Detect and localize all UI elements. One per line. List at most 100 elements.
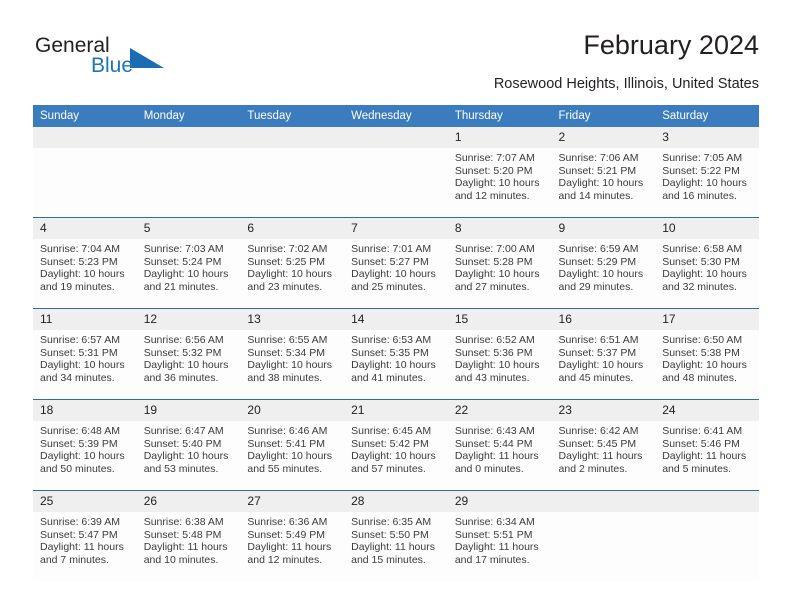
calendar-day-cell[interactable]: 25 Sunrise: 6:39 AM Sunset: 5:47 PM Dayligh…: [33, 490, 137, 581]
sunrise-time: Sunrise: 6:34 AM: [454, 516, 535, 528]
day-number: 14: [344, 309, 448, 330]
calendar-day-cell[interactable]: 2 Sunrise: 7:06 AM Sunset: 5:21 PM Daylight…: [551, 127, 656, 218]
calendar-day-cell[interactable]: 7 Sunrise: 7:01 AM Sunset: 5:27 PM Daylight…: [344, 217, 448, 309]
day-sun-info: Sunrise: 6:46 AM Sunset: 5:41 PM Daylight:…: [240, 421, 344, 475]
calendar-day-cell[interactable]: 26 Sunrise: 6:38 AM Sunset: 5:48 PM Dayligh…: [136, 490, 241, 581]
day-sun-info: Sunrise: 6:45 AM Sunset: 5:42 PM Daylight:…: [344, 421, 448, 475]
calendar-day-cell[interactable]: 13 Sunrise: 6:55 AM Sunset: 5:34 PM Dayligh…: [240, 308, 345, 400]
day-number: 8: [447, 218, 552, 239]
day-cell-content: 25 Sunrise: 6:39 AM Sunset: 5:47 PM Dayligh…: [33, 491, 137, 581]
page-title: February 2024: [583, 30, 759, 60]
day-number: 16: [551, 309, 656, 330]
sunrise-time: Sunrise: 7:01 AM: [351, 243, 432, 255]
sunrise-time: Sunrise: 7:00 AM: [454, 243, 535, 255]
day-cell-content: [655, 491, 759, 581]
daylight-duration-line2: and 27 minutes.: [454, 280, 530, 293]
day-cell-content: 16 Sunrise: 6:51 AM Sunset: 5:37 PM Dayligh…: [551, 309, 656, 399]
brand-logo[interactable]: General Blue: [33, 34, 213, 90]
daylight-duration-line1: Daylight: 10 hours: [143, 450, 229, 463]
day-cell-content: 7 Sunrise: 7:01 AM Sunset: 5:27 PM Daylight…: [344, 218, 448, 308]
day-cell-content: 29 Sunrise: 6:34 AM Sunset: 5:51 PM Dayligh…: [447, 491, 552, 581]
day-number: 13: [240, 309, 345, 330]
sunrise-time: Sunrise: 6:43 AM: [454, 425, 535, 437]
day-cell-content: 26 Sunrise: 6:38 AM Sunset: 5:48 PM Dayligh…: [136, 491, 241, 581]
sunrise-time: Sunrise: 6:53 AM: [351, 334, 432, 346]
day-cell-content: 19 Sunrise: 6:47 AM Sunset: 5:40 PM Dayligh…: [136, 400, 241, 490]
sunset-time: Sunset: 5:38 PM: [662, 346, 740, 359]
day-cell-content: 6 Sunrise: 7:02 AM Sunset: 5:25 PM Daylight…: [240, 218, 345, 308]
calendar-cell-empty: [344, 127, 448, 218]
daylight-duration-line2: and 48 minutes.: [662, 371, 737, 384]
calendar-day-cell[interactable]: 22 Sunrise: 6:43 AM Sunset: 5:44 PM Dayligh…: [447, 399, 552, 491]
weekday-header-thursday: Thursday: [447, 105, 552, 127]
day-number: 12: [136, 309, 241, 330]
day-number: 25: [33, 491, 137, 512]
sunset-time: Sunset: 5:28 PM: [454, 255, 533, 268]
calendar-day-cell[interactable]: 1 Sunrise: 7:07 AM Sunset: 5:20 PM Daylight…: [447, 127, 552, 218]
day-number: 19: [136, 400, 241, 421]
page-header: General Blue February 2024 Rosewood Heig…: [33, 28, 759, 100]
calendar-day-cell[interactable]: 19 Sunrise: 6:47 AM Sunset: 5:40 PM Dayligh…: [136, 399, 241, 491]
daylight-duration-line1: Daylight: 10 hours: [558, 359, 644, 372]
calendar-day-cell[interactable]: 12 Sunrise: 6:56 AM Sunset: 5:32 PM Dayligh…: [136, 308, 241, 400]
day-sun-info: Sunrise: 6:43 AM Sunset: 5:44 PM Daylight:…: [448, 421, 552, 475]
calendar-day-cell[interactable]: 11 Sunrise: 6:57 AM Sunset: 5:31 PM Dayligh…: [33, 308, 137, 400]
sunset-time: Sunset: 5:36 PM: [454, 346, 533, 359]
calendar-week-row: 18 Sunrise: 6:48 AM Sunset: 5:39 PM Dayligh…: [33, 399, 759, 491]
sunrise-time: Sunrise: 7:06 AM: [558, 152, 639, 164]
daylight-duration-line1: Daylight: 10 hours: [247, 359, 333, 372]
calendar-body: 1 Sunrise: 7:07 AM Sunset: 5:20 PM Daylight…: [33, 127, 759, 581]
day-cell-content: 5 Sunrise: 7:03 AM Sunset: 5:24 PM Daylight…: [136, 218, 241, 308]
calendar-day-cell[interactable]: 24 Sunrise: 6:41 AM Sunset: 5:46 PM Dayligh…: [655, 399, 759, 491]
calendar-day-cell[interactable]: 17 Sunrise: 6:50 AM Sunset: 5:38 PM Dayligh…: [655, 308, 759, 400]
daylight-duration-line1: Daylight: 10 hours: [143, 268, 229, 281]
day-cell-content: 28 Sunrise: 6:35 AM Sunset: 5:50 PM Dayligh…: [344, 491, 448, 581]
calendar-day-cell[interactable]: 4 Sunrise: 7:04 AM Sunset: 5:23 PM Daylight…: [33, 217, 137, 309]
day-number: [551, 491, 656, 512]
calendar-day-cell[interactable]: 8 Sunrise: 7:00 AM Sunset: 5:28 PM Daylight…: [447, 217, 552, 309]
day-sun-info: Sunrise: 6:55 AM Sunset: 5:34 PM Daylight:…: [240, 330, 344, 384]
day-cell-content: 22 Sunrise: 6:43 AM Sunset: 5:44 PM Dayligh…: [447, 400, 552, 490]
calendar-day-cell[interactable]: 18 Sunrise: 6:48 AM Sunset: 5:39 PM Dayligh…: [33, 399, 137, 491]
daylight-duration-line2: and 41 minutes.: [351, 371, 426, 384]
calendar-day-cell[interactable]: 6 Sunrise: 7:02 AM Sunset: 5:25 PM Daylight…: [240, 217, 345, 309]
daylight-duration-line1: Daylight: 10 hours: [351, 359, 436, 372]
sunset-time: Sunset: 5:47 PM: [40, 528, 118, 541]
calendar-day-cell[interactable]: 29 Sunrise: 6:34 AM Sunset: 5:51 PM Dayligh…: [447, 490, 552, 581]
sunset-time: Sunset: 5:48 PM: [143, 528, 222, 541]
daylight-duration-line1: Daylight: 11 hours: [351, 541, 435, 554]
day-cell-content: 4 Sunrise: 7:04 AM Sunset: 5:23 PM Daylight…: [33, 218, 137, 308]
day-sun-info: Sunrise: 6:42 AM Sunset: 5:45 PM Daylight:…: [552, 421, 656, 475]
calendar-day-cell[interactable]: 16 Sunrise: 6:51 AM Sunset: 5:37 PM Dayligh…: [551, 308, 656, 400]
sunset-time: Sunset: 5:41 PM: [247, 437, 326, 450]
calendar-day-cell[interactable]: 27 Sunrise: 6:36 AM Sunset: 5:49 PM Dayligh…: [240, 490, 345, 581]
calendar-day-cell[interactable]: 28 Sunrise: 6:35 AM Sunset: 5:50 PM Dayligh…: [344, 490, 448, 581]
day-sun-info: Sunrise: 6:56 AM Sunset: 5:32 PM Daylight:…: [137, 330, 241, 384]
sunrise-time: Sunrise: 6:51 AM: [558, 334, 639, 346]
sunrise-time: Sunrise: 6:39 AM: [40, 516, 120, 528]
calendar-day-cell[interactable]: 14 Sunrise: 6:53 AM Sunset: 5:35 PM Dayligh…: [344, 308, 448, 400]
calendar-day-cell[interactable]: 21 Sunrise: 6:45 AM Sunset: 5:42 PM Dayligh…: [344, 399, 448, 491]
day-cell-content: 3 Sunrise: 7:05 AM Sunset: 5:22 PM Daylight…: [655, 127, 759, 217]
day-sun-info: Sunrise: 7:06 AM Sunset: 5:21 PM Daylight:…: [552, 148, 656, 202]
calendar-day-cell[interactable]: 9 Sunrise: 6:59 AM Sunset: 5:29 PM Daylight…: [551, 217, 656, 309]
sunrise-time: Sunrise: 7:04 AM: [40, 243, 120, 255]
sunset-time: Sunset: 5:24 PM: [143, 255, 222, 268]
daylight-duration-line2: and 25 minutes.: [351, 280, 426, 293]
calendar-week-row: 1 Sunrise: 7:07 AM Sunset: 5:20 PM Daylight…: [33, 127, 759, 218]
calendar-day-cell[interactable]: 10 Sunrise: 6:58 AM Sunset: 5:30 PM Dayligh…: [655, 217, 759, 309]
calendar-day-cell[interactable]: 5 Sunrise: 7:03 AM Sunset: 5:24 PM Daylight…: [136, 217, 241, 309]
day-sun-info: Sunrise: 7:05 AM Sunset: 5:22 PM Daylight:…: [655, 148, 759, 202]
sunset-time: Sunset: 5:25 PM: [247, 255, 326, 268]
day-sun-info: Sunrise: 6:53 AM Sunset: 5:35 PM Daylight:…: [344, 330, 448, 384]
day-sun-info: Sunrise: 6:59 AM Sunset: 5:29 PM Daylight:…: [552, 239, 656, 293]
sunset-time: Sunset: 5:35 PM: [351, 346, 429, 359]
calendar-day-cell[interactable]: 20 Sunrise: 6:46 AM Sunset: 5:41 PM Dayligh…: [240, 399, 345, 491]
sunset-time: Sunset: 5:44 PM: [454, 437, 533, 450]
sunrise-time: Sunrise: 6:57 AM: [40, 334, 120, 346]
day-cell-content: 24 Sunrise: 6:41 AM Sunset: 5:46 PM Dayligh…: [655, 400, 759, 490]
calendar-day-cell[interactable]: 15 Sunrise: 6:52 AM Sunset: 5:36 PM Dayligh…: [447, 308, 552, 400]
day-cell-content: 20 Sunrise: 6:46 AM Sunset: 5:41 PM Dayligh…: [240, 400, 345, 490]
calendar-day-cell[interactable]: 3 Sunrise: 7:05 AM Sunset: 5:22 PM Daylight…: [655, 127, 759, 218]
calendar-day-cell[interactable]: 23 Sunrise: 6:42 AM Sunset: 5:45 PM Dayligh…: [551, 399, 656, 491]
